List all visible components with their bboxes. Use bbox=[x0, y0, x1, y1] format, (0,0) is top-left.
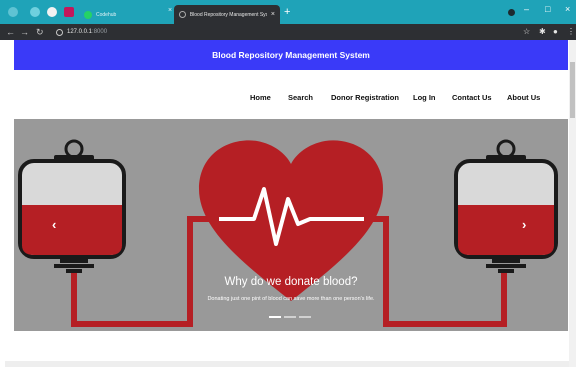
close-icon[interactable]: × bbox=[271, 11, 275, 18]
site-banner: Blood Repository Management System bbox=[14, 40, 568, 70]
nav-donor-registration[interactable]: Donor Registration bbox=[331, 93, 399, 102]
tab-label: Codehub bbox=[96, 11, 117, 18]
back-icon[interactable]: ← bbox=[6, 26, 15, 38]
page-bottom bbox=[5, 361, 569, 367]
close-icon[interactable]: × bbox=[168, 7, 172, 14]
nav-search[interactable]: Search bbox=[288, 93, 313, 102]
nav-contact-us[interactable]: Contact Us bbox=[452, 93, 492, 102]
nav-about-us[interactable]: About Us bbox=[507, 93, 540, 102]
scrollbar-thumb[interactable] bbox=[570, 62, 575, 118]
carousel-indicator[interactable] bbox=[284, 316, 296, 318]
tab-label: Blood Repository Management Sys bbox=[189, 11, 267, 18]
account-icon[interactable]: ● bbox=[553, 27, 558, 37]
carousel-next-button[interactable]: › bbox=[522, 217, 526, 232]
reload-icon[interactable]: ↻ bbox=[36, 26, 44, 38]
tab-blood-repository[interactable]: Blood Repository Management Sys × bbox=[174, 5, 280, 24]
info-icon[interactable] bbox=[56, 28, 63, 36]
app-icon[interactable] bbox=[64, 7, 74, 17]
carousel-indicator[interactable] bbox=[299, 316, 311, 318]
url-port: :8000 bbox=[92, 29, 108, 35]
globe-icon bbox=[179, 11, 186, 18]
chrome-icon[interactable] bbox=[47, 7, 57, 17]
hero-carousel: ‹ › Why do we donate blood? Donating jus… bbox=[14, 119, 568, 331]
carousel-indicator[interactable] bbox=[269, 316, 281, 318]
tab-codehub[interactable]: Codehub bbox=[78, 5, 122, 24]
new-tab-icon[interactable]: + bbox=[284, 7, 290, 18]
maximize-icon[interactable]: □ bbox=[545, 4, 550, 14]
app-icon[interactable] bbox=[30, 7, 40, 17]
blood-bag-icon bbox=[18, 139, 126, 273]
main-nav: Home Search Donor Registration Log In Co… bbox=[0, 93, 576, 103]
extensions-icon[interactable]: ✱ bbox=[539, 27, 546, 37]
close-window-icon[interactable]: × bbox=[565, 4, 570, 14]
carousel-caption-title: Why do we donate blood? bbox=[224, 276, 358, 288]
nav-home[interactable]: Home bbox=[250, 93, 271, 102]
minimize-icon[interactable]: – bbox=[524, 4, 529, 14]
browser-tab-strip: Codehub × Blood Repository Management Sy… bbox=[0, 0, 576, 24]
blood-bag-icon bbox=[454, 139, 558, 273]
star-icon[interactable]: ☆ bbox=[523, 27, 530, 37]
menu-icon[interactable]: ⋮ bbox=[567, 27, 575, 37]
app-icon[interactable] bbox=[8, 7, 18, 17]
carousel-caption-text: Donating just one pint of blood can save… bbox=[207, 296, 375, 302]
url-field[interactable]: 127.0.0.1:8000 bbox=[56, 26, 107, 38]
site-title: Blood Repository Management System bbox=[212, 50, 370, 60]
profile-icon[interactable] bbox=[508, 9, 515, 16]
nav-log-in[interactable]: Log In bbox=[413, 93, 436, 102]
address-bar: ← → ↻ 127.0.0.1:8000 ☆ ✱ ● ⋮ bbox=[0, 24, 576, 40]
forward-icon[interactable]: → bbox=[20, 26, 29, 38]
whatsapp-icon bbox=[84, 10, 92, 19]
url-host: 127.0.0.1 bbox=[67, 29, 93, 35]
carousel-prev-button[interactable]: ‹ bbox=[52, 217, 56, 232]
